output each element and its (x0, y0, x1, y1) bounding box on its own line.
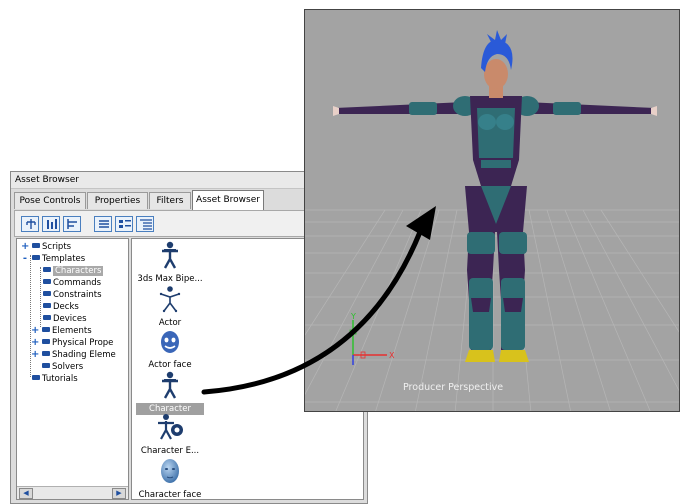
folder-tree: + Scripts - Templates Characters Command… (16, 238, 129, 500)
viewport-label: Producer Perspective (403, 382, 504, 393)
tree-guide-line (40, 267, 41, 327)
folder-icon (43, 303, 51, 308)
y-axis-label: Y (350, 312, 356, 321)
tree-item-label: Elements (52, 326, 92, 336)
columns-view-icon[interactable] (42, 216, 60, 232)
tree-item-shading-elements[interactable]: + Shading Eleme (31, 349, 116, 361)
tab-properties[interactable]: Properties (87, 192, 148, 209)
folder-icon (42, 327, 50, 332)
actor-figure-icon (159, 286, 181, 313)
tree-item-label: Tutorials (42, 374, 78, 384)
asset-item[interactable]: Actor face (134, 329, 206, 371)
tree-item-label: Solvers (52, 362, 84, 372)
tab-asset-browser[interactable]: Asset Browser (192, 190, 264, 210)
tree-item-templates[interactable]: - Templates (21, 253, 85, 265)
folder-icon (32, 255, 40, 260)
tree-item-decks[interactable]: Decks (43, 301, 79, 313)
tree-item-label: Characters (53, 266, 104, 276)
actor-face-icon (161, 331, 179, 353)
folder-icon (42, 363, 50, 368)
folder-icon (43, 315, 51, 320)
character-face-icon (161, 459, 179, 483)
tree-item-label: Commands (53, 278, 102, 288)
folder-icon (32, 243, 40, 248)
tree-item-label: Devices (53, 314, 87, 324)
asset-item[interactable]: 3ds Max Bipe... (134, 241, 206, 285)
hierarchy-view-icon[interactable] (63, 216, 81, 232)
asset-label: 3ds Max Bipe... (137, 274, 203, 284)
details-view-icon[interactable] (136, 216, 154, 232)
asset-item[interactable]: Character face (134, 457, 206, 501)
tree-item-solvers[interactable]: Solvers (42, 361, 83, 373)
tree-item-characters[interactable]: Characters (43, 265, 104, 277)
tree-item-elements[interactable]: + Elements (31, 325, 92, 337)
expand-icon[interactable]: + (21, 242, 29, 252)
tree-item-constraints[interactable]: Constraints (43, 289, 102, 301)
folder-icon (42, 339, 50, 344)
folder-icon (42, 351, 50, 356)
folder-icon (43, 279, 51, 284)
tree-item-tutorials[interactable]: Tutorials (32, 373, 78, 385)
folder-icon (32, 375, 40, 380)
asset-label: Character E... (140, 446, 200, 456)
asset-label: Actor (158, 318, 182, 328)
horizontal-scrollbar[interactable]: ◀ ▶ (17, 486, 128, 499)
x-axis-label: X (389, 351, 395, 360)
producer-perspective-viewport[interactable]: Y X Producer Perspective (304, 9, 680, 412)
axis-gizmo: Y X (349, 312, 395, 365)
tree-item-devices[interactable]: Devices (43, 313, 87, 325)
tree-view-icon[interactable] (21, 216, 39, 232)
asset-item-selected[interactable]: Character (134, 371, 206, 415)
folder-icon (43, 291, 51, 296)
tree-item-label: Scripts (42, 242, 72, 252)
expand-icon[interactable]: + (31, 338, 39, 348)
asset-item[interactable]: Character E... (134, 413, 206, 457)
tree-item-scripts[interactable]: + Scripts (21, 241, 71, 253)
tree-item-label: Shading Eleme (52, 350, 116, 360)
expand-icon[interactable]: + (31, 326, 39, 336)
scroll-left-icon[interactable]: ◀ (19, 488, 33, 499)
tab-filters[interactable]: Filters (149, 192, 191, 209)
asset-label: Character face (138, 490, 202, 500)
tree-item-label: Templates (42, 254, 86, 264)
asset-item[interactable]: Actor (134, 285, 206, 329)
scroll-right-icon[interactable]: ▶ (112, 488, 126, 499)
character-figure-icon (162, 371, 178, 399)
list-view-icon[interactable] (94, 216, 112, 232)
tree-item-physical-properties[interactable]: + Physical Prope (31, 337, 113, 349)
tree-item-label: Constraints (53, 290, 102, 300)
tree-item-commands[interactable]: Commands (43, 277, 101, 289)
biped-figure-icon (162, 241, 178, 269)
tree-item-label: Physical Prope (52, 338, 114, 348)
tree-item-label: Decks (53, 302, 79, 312)
asset-label: Actor face (148, 360, 192, 370)
expand-icon[interactable]: + (31, 350, 39, 360)
thumbnail-view-icon[interactable] (115, 216, 133, 232)
character-extension-icon (158, 414, 183, 440)
tab-pose-controls[interactable]: Pose Controls (14, 192, 86, 209)
collapse-icon[interactable]: - (21, 254, 29, 264)
folder-icon (43, 267, 51, 272)
viewport-scene: Y X (305, 30, 679, 411)
